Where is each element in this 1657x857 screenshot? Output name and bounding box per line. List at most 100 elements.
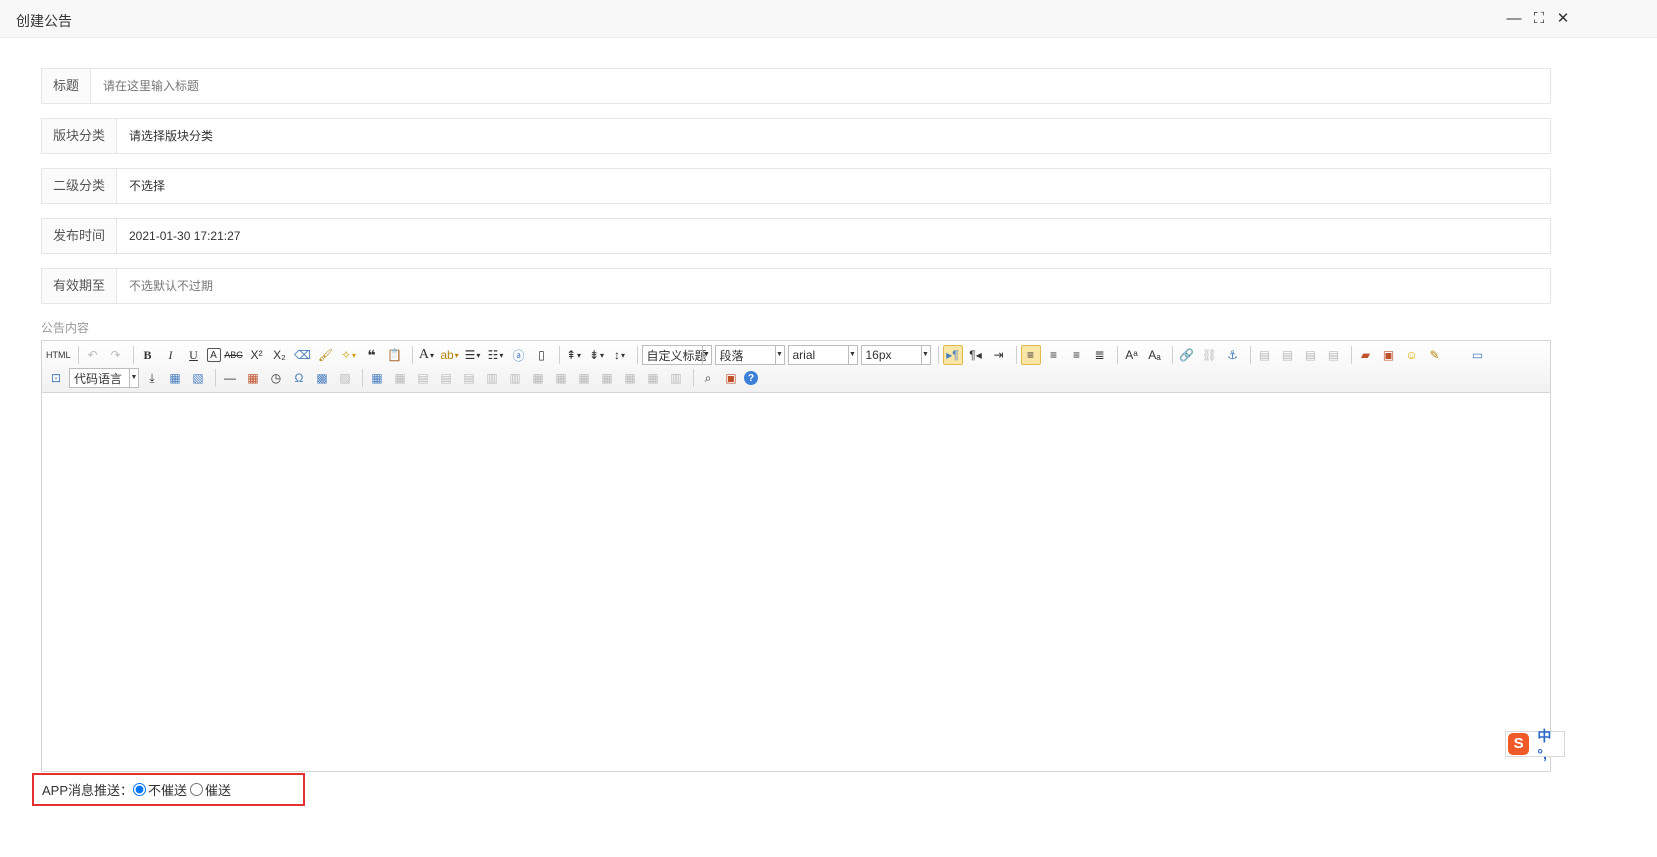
unordered-list-icon[interactable]: ☷ ▾ xyxy=(486,345,506,365)
push-option-no[interactable]: 不催送 xyxy=(133,780,187,799)
merge-cells-icon[interactable]: ▦ xyxy=(528,368,548,388)
row-spacing-bottom-icon[interactable]: ⇟ ▾ xyxy=(587,345,607,365)
delete-table-icon[interactable]: ▦ xyxy=(390,368,410,388)
template-icon[interactable]: ▦ xyxy=(165,368,185,388)
direction-rtl-icon[interactable]: ¶◂ xyxy=(966,345,986,365)
time-icon[interactable]: ◷ xyxy=(266,368,286,388)
redo-icon[interactable]: ↷ xyxy=(106,345,126,365)
line-height-icon[interactable]: ↕ ▾ xyxy=(610,345,630,365)
insert-col-icon[interactable]: ▥ xyxy=(482,368,502,388)
uppercase-icon[interactable]: Aᵃ xyxy=(1122,345,1142,365)
align-center-icon[interactable]: ≡ xyxy=(1044,345,1064,365)
chevron-down-icon: ▼ xyxy=(701,346,711,364)
subcategory-label: 二级分类 xyxy=(42,169,118,203)
custom-heading-select[interactable]: 自定义标题 ▼ xyxy=(641,345,712,365)
ime-indicator[interactable]: S 中 °, xyxy=(1505,728,1565,762)
split-to-cols-icon[interactable]: ▦ xyxy=(643,368,663,388)
category-select[interactable]: 请选择版块分类 xyxy=(129,119,213,153)
background-icon[interactable]: ▧ xyxy=(188,368,208,388)
subcategory-select[interactable]: 不选择 xyxy=(129,169,165,203)
blockquote-icon[interactable]: ❝ xyxy=(362,345,382,365)
editor-toolbar: HTML ↶ ↷ B I U A ABC X² X₂ ⌫ 🖌 ✧ ▾ ❝ 📋 A ▾… xyxy=(42,341,1550,393)
font-size-select[interactable]: 16px ▼ xyxy=(860,345,931,365)
help-icon[interactable]: ? xyxy=(744,371,758,385)
direction-ltr-icon[interactable]: ▸¶ xyxy=(942,345,963,365)
underline-icon[interactable]: U xyxy=(184,345,204,365)
link-icon[interactable]: 🔗 xyxy=(1177,345,1197,365)
chart-icon[interactable]: ▥ xyxy=(666,368,686,388)
word-image-icon[interactable]: ▩ xyxy=(312,368,332,388)
scrawl-icon[interactable]: ✎ xyxy=(1425,345,1445,365)
align-left-icon[interactable]: ≡ xyxy=(1020,345,1041,365)
special-chars-icon[interactable]: Ω xyxy=(289,368,309,388)
eraser-icon[interactable]: ⌫ xyxy=(293,345,313,365)
image-center-icon[interactable]: ▤ xyxy=(1324,345,1344,365)
font-border-icon[interactable]: A xyxy=(206,348,221,362)
page-break-icon[interactable]: ⤓ xyxy=(142,368,162,388)
bold-icon[interactable]: B xyxy=(138,345,158,365)
anchor-icon[interactable]: ⚓ xyxy=(1223,345,1243,365)
simple-upload-icon[interactable]: ▰ xyxy=(1356,345,1376,365)
date-icon[interactable]: ▦ xyxy=(243,368,263,388)
font-color-icon[interactable]: A ▾ xyxy=(417,345,437,365)
expiry-row: 有效期至 不选默认不过期 xyxy=(41,268,1551,304)
paste-plain-icon[interactable]: 📋 xyxy=(385,345,405,365)
merge-right-icon[interactable]: ▦ xyxy=(551,368,571,388)
maximize-icon[interactable]: ⛶ xyxy=(1529,9,1549,29)
split-to-rows-icon[interactable]: ▦ xyxy=(620,368,640,388)
subscript-icon[interactable]: X₂ xyxy=(270,345,290,365)
image-left-icon[interactable]: ▤ xyxy=(1278,345,1298,365)
split-to-cells-icon[interactable]: ▦ xyxy=(597,368,617,388)
indent-icon[interactable]: ⇥ xyxy=(989,345,1009,365)
row-spacing-top-icon[interactable]: ⇞ ▾ xyxy=(564,345,584,365)
delete-row-icon[interactable]: ▤ xyxy=(459,368,479,388)
emotion-icon[interactable]: ☺ xyxy=(1402,345,1422,365)
code-language-select[interactable]: 代码语言 ▼ xyxy=(69,368,139,388)
drafts-icon[interactable]: ▣ xyxy=(721,368,741,388)
insert-video-icon[interactable]: ▭ xyxy=(1468,345,1488,365)
clear-doc-icon[interactable]: ▯ xyxy=(532,345,552,365)
expiry-input[interactable]: 不选默认不过期 xyxy=(129,269,213,303)
minimize-icon[interactable]: — xyxy=(1504,9,1524,29)
push-yes-radio[interactable] xyxy=(190,783,204,796)
unlink-icon[interactable]: ⛓ xyxy=(1200,345,1220,365)
strikethrough-icon[interactable]: ABC xyxy=(224,345,244,365)
insert-row-icon[interactable]: ▤ xyxy=(436,368,456,388)
editor-content-area[interactable] xyxy=(42,394,1550,771)
ordered-list-icon[interactable]: ☰ ▾ xyxy=(463,345,483,365)
publish-time-input[interactable]: 2021-01-30 17:21:27 xyxy=(129,219,240,253)
merge-down-icon[interactable]: ▦ xyxy=(574,368,594,388)
align-justify-icon[interactable]: ≣ xyxy=(1090,345,1110,365)
title-input[interactable]: 请在这里输入标题 xyxy=(103,69,199,103)
title-row: 标题 请在这里输入标题 xyxy=(41,68,1551,104)
wordpaste-icon[interactable]: ▨ xyxy=(335,368,355,388)
paragraph-select[interactable]: 段落 ▼ xyxy=(714,345,785,365)
undo-icon[interactable]: ↶ xyxy=(83,345,103,365)
insert-paragraph-before-table-icon[interactable]: ▤ xyxy=(413,368,433,388)
title-label: 标题 xyxy=(42,69,92,103)
font-family-select[interactable]: arial ▼ xyxy=(787,345,858,365)
image-none-icon[interactable]: ▤ xyxy=(1255,345,1275,365)
background-color-icon[interactable]: ab ▾ xyxy=(440,345,460,365)
image-right-icon[interactable]: ▤ xyxy=(1301,345,1321,365)
align-right-icon[interactable]: ≡ xyxy=(1067,345,1087,365)
close-icon[interactable]: ✕ xyxy=(1553,9,1573,29)
select-all-icon[interactable]: ⓐ xyxy=(509,345,529,365)
attachment-icon[interactable]: ⊡ xyxy=(46,368,66,388)
toolbar-separator xyxy=(1249,346,1251,364)
superscript-icon[interactable]: X² xyxy=(247,345,267,365)
push-option-yes[interactable]: 催送 xyxy=(190,780,231,799)
category-label: 版块分类 xyxy=(42,119,118,153)
lowercase-icon[interactable]: Aₐ xyxy=(1145,345,1165,365)
insert-image-icon[interactable]: ▣ xyxy=(1379,345,1399,365)
push-no-label: 不催送 xyxy=(148,783,188,798)
delete-col-icon[interactable]: ▥ xyxy=(505,368,525,388)
html-source-icon[interactable]: HTML xyxy=(46,345,71,365)
auto-format-icon[interactable]: ✧ ▾ xyxy=(339,345,359,365)
push-no-radio[interactable] xyxy=(133,783,147,796)
search-replace-icon[interactable]: ⌕ xyxy=(698,368,718,388)
insert-table-icon[interactable]: ▦ xyxy=(367,368,387,388)
horizontal-rule-icon[interactable]: — xyxy=(220,368,240,388)
italic-icon[interactable]: I xyxy=(161,345,181,365)
format-brush-icon[interactable]: 🖌 xyxy=(316,345,336,365)
